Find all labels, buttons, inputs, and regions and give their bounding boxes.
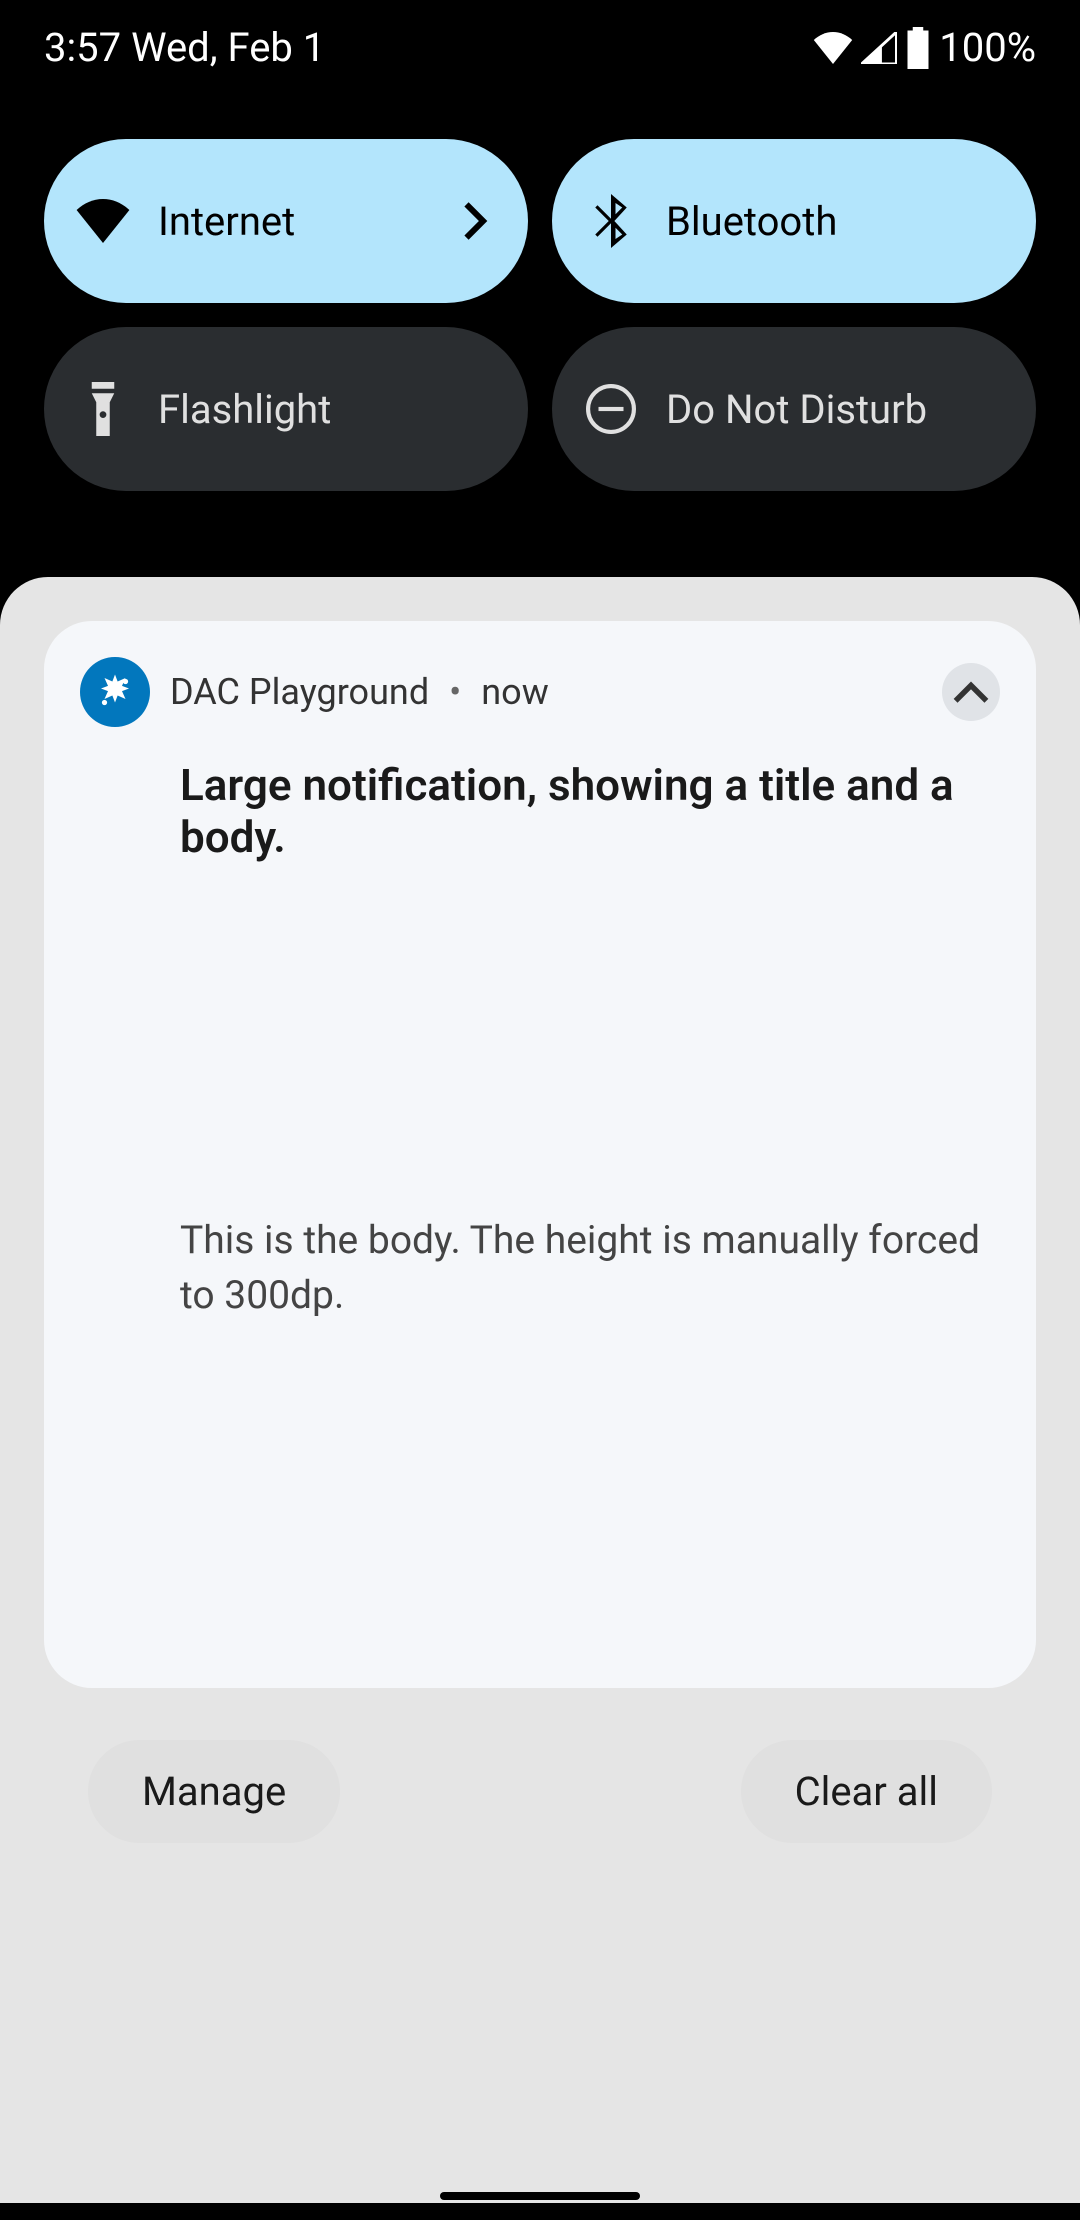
clear-all-button[interactable]: Clear all <box>741 1740 992 1843</box>
notification-header: DAC Playground • now <box>80 657 1000 727</box>
notification-shade: DAC Playground • now Large notification,… <box>0 577 1080 2203</box>
flashlight-icon <box>76 382 130 436</box>
cell-signal-icon <box>861 32 897 64</box>
manage-button[interactable]: Manage <box>88 1740 340 1843</box>
chevron-right-icon <box>456 201 496 241</box>
wifi-icon <box>76 194 130 248</box>
notification-text: This is the body. The height is manually… <box>180 1213 1000 1322</box>
status-indicators: 100% <box>813 24 1036 71</box>
notification-body: Large notification, showing a title and … <box>80 759 1000 1322</box>
status-time: 3:57 <box>44 24 121 71</box>
qs-tile-label: Bluetooth <box>666 198 1004 245</box>
dnd-icon <box>584 382 638 436</box>
app-icon <box>80 657 150 727</box>
qs-tile-label: Do Not Disturb <box>666 386 1004 433</box>
quick-settings: Internet Bluetooth Flashlight Do Not Dis… <box>0 95 1080 521</box>
qs-tile-flashlight[interactable]: Flashlight <box>44 327 528 491</box>
status-date: Wed, Feb 1 <box>131 24 325 71</box>
notification-app-name: DAC Playground <box>170 671 429 713</box>
qs-tile-internet[interactable]: Internet <box>44 139 528 303</box>
shade-actions: Manage Clear all <box>44 1740 1036 1843</box>
status-bar: 3:57 Wed, Feb 1 100% <box>0 0 1080 95</box>
notification-card[interactable]: DAC Playground • now Large notification,… <box>44 621 1036 1688</box>
qs-tile-dnd[interactable]: Do Not Disturb <box>552 327 1036 491</box>
bluetooth-icon <box>584 194 638 248</box>
battery-percent: 100% <box>939 24 1036 71</box>
separator-dot: • <box>449 671 461 713</box>
navigation-handle[interactable] <box>440 2192 640 2200</box>
qs-tile-label: Flashlight <box>158 386 496 433</box>
wifi-icon <box>813 32 853 64</box>
chevron-up-icon <box>953 681 989 703</box>
notification-time: now <box>481 671 922 713</box>
status-datetime: 3:57 Wed, Feb 1 <box>44 24 325 71</box>
battery-icon <box>905 27 931 69</box>
collapse-button[interactable] <box>942 663 1000 721</box>
qs-tile-label: Internet <box>158 198 428 245</box>
notification-title: Large notification, showing a title and … <box>180 759 1000 863</box>
qs-tile-bluetooth[interactable]: Bluetooth <box>552 139 1036 303</box>
